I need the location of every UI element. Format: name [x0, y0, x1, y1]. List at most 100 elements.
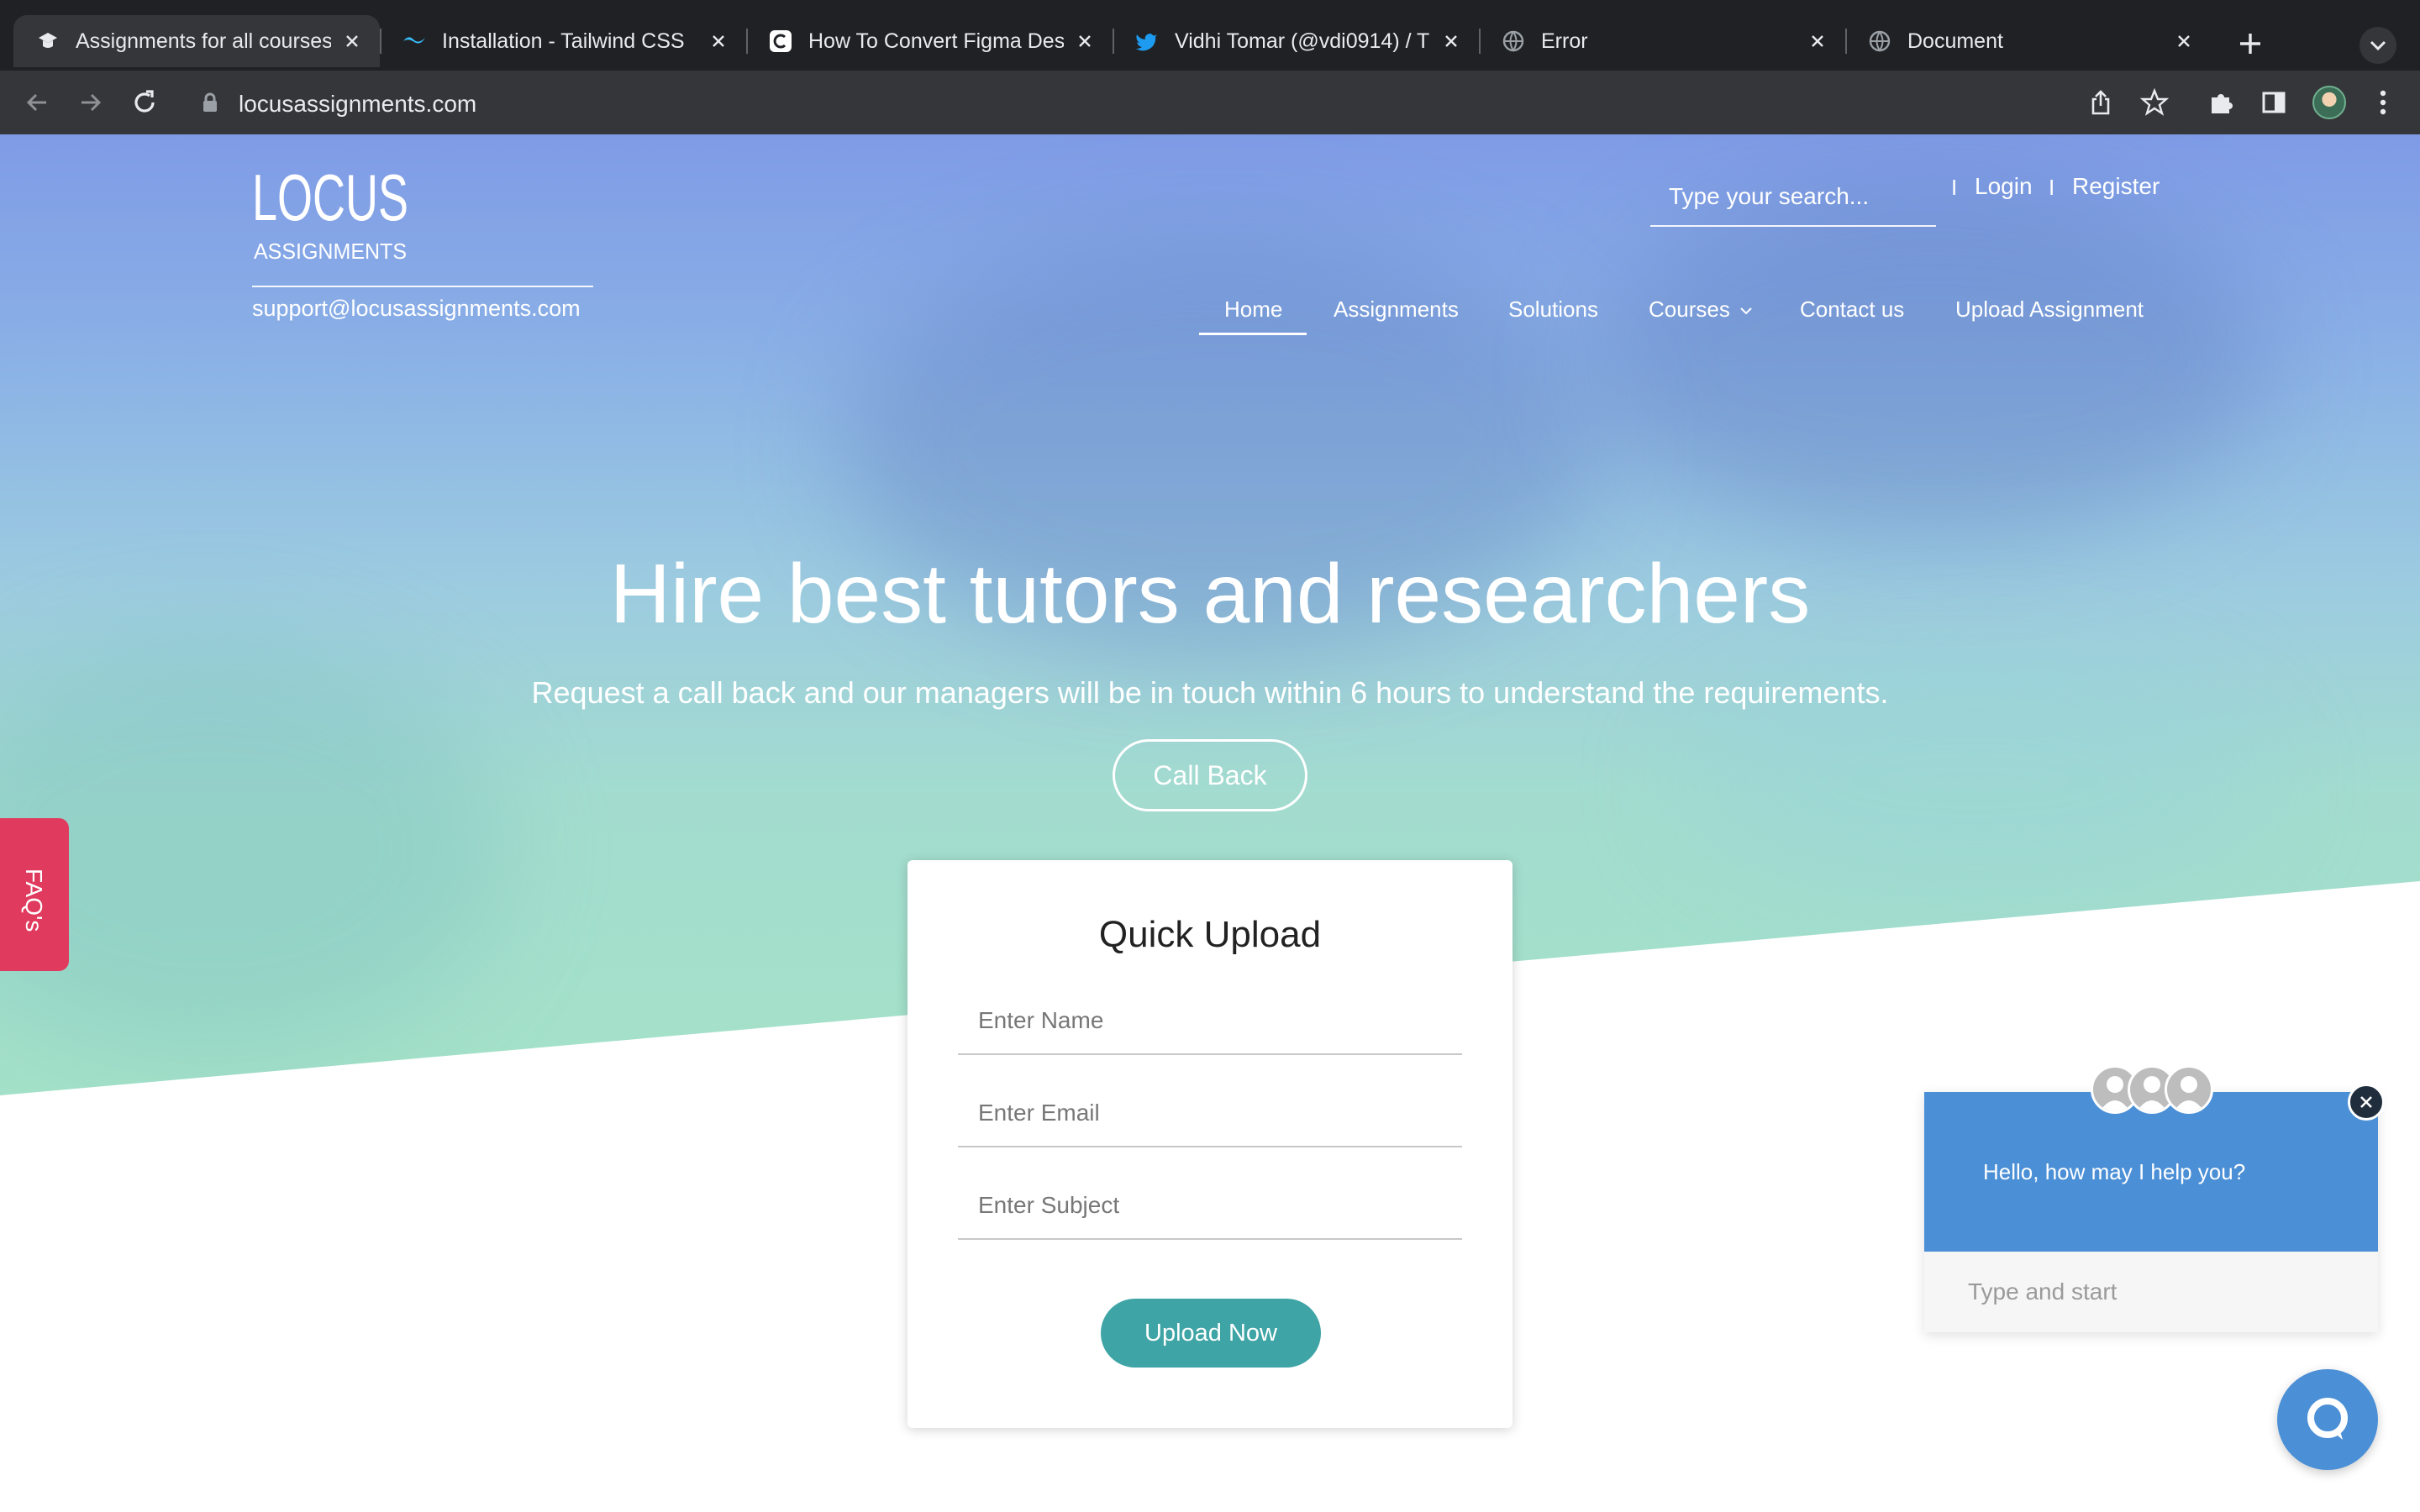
chat-header: Hello, how may I help you?: [1924, 1092, 2378, 1252]
profile-avatar[interactable]: [2312, 86, 2346, 119]
extensions-button[interactable]: [2203, 82, 2240, 123]
user-icon: [2174, 1076, 2204, 1111]
side-panel-icon: [2262, 92, 2286, 113]
lock-icon: [202, 92, 218, 117]
tab-title: Vidhi Tomar (@vdi0914) / T: [1175, 29, 1430, 53]
reload-icon: [134, 90, 155, 113]
quick-upload-card: Quick Upload Upload Now: [908, 860, 1512, 1428]
tab-title: Error: [1541, 29, 1588, 53]
faq-label: FAQ's: [21, 869, 47, 932]
tab-search-button[interactable]: [2360, 27, 2396, 64]
logo-divider: [252, 286, 593, 287]
chevron-down-icon: [1740, 307, 1752, 315]
tab-close-icon[interactable]: [1072, 29, 1097, 54]
chat-bubble-icon: [2307, 1398, 2348, 1440]
browser-menu-button[interactable]: [2365, 82, 2402, 123]
back-button[interactable]: [17, 82, 57, 123]
tab-close-icon[interactable]: [1439, 29, 1464, 54]
hero-subtitle: Request a call back and our managers wil…: [531, 675, 1889, 710]
agent-avatar: [2165, 1065, 2213, 1114]
nav-home[interactable]: Home: [1224, 297, 1282, 323]
separator: I: [2049, 175, 2055, 200]
tab-close-icon[interactable]: [2171, 29, 2196, 54]
chat-widget: Hello, how may I help you?: [1924, 1092, 2378, 1332]
chat-greeting: Hello, how may I help you?: [1983, 1159, 2246, 1184]
plus-icon: [2240, 34, 2260, 54]
nav-solutions[interactable]: Solutions: [1508, 297, 1598, 323]
close-icon: [2360, 1096, 2372, 1108]
puzzle-icon: [2212, 94, 2233, 113]
nav-courses-label: Courses: [1649, 297, 1730, 322]
locus-logo-icon: LOCUS ASSIGNMENTS: [252, 160, 408, 264]
site-search[interactable]: [1650, 168, 1936, 227]
agent-avatars: [2091, 1065, 2217, 1116]
tab-close-icon[interactable]: [339, 29, 365, 54]
tab-title: Installation - Tailwind CSS: [442, 29, 685, 53]
graduation-cap-icon: [35, 29, 60, 54]
tab-separator: [746, 29, 748, 54]
tab-separator: [1845, 29, 1847, 54]
subject-field[interactable]: [958, 1173, 1462, 1240]
nav-upload-assignment[interactable]: Upload Assignment: [1955, 297, 2144, 323]
chat-input[interactable]: [1924, 1252, 2378, 1332]
web-page: LOCUS ASSIGNMENTS support@locusassignmen…: [0, 134, 2420, 1512]
tab-separator: [1479, 29, 1481, 54]
tab-twitter[interactable]: Vidhi Tomar (@vdi0914) / T: [1113, 15, 1479, 67]
tab-close-icon[interactable]: [706, 29, 731, 54]
nav-assignments[interactable]: Assignments: [1334, 297, 1459, 323]
site-logo[interactable]: LOCUS ASSIGNMENTS: [252, 160, 412, 267]
nav-contact[interactable]: Contact us: [1800, 297, 1904, 323]
tab-assignments[interactable]: Assignments for all courses: [13, 15, 380, 67]
tab-error[interactable]: Error: [1479, 15, 1845, 67]
support-email[interactable]: support@locusassignments.com: [252, 296, 581, 322]
tab-figma[interactable]: How To Convert Figma Des: [746, 15, 1113, 67]
tailwind-icon: [402, 29, 427, 54]
subject-input[interactable]: [958, 1173, 1462, 1238]
nav-courses[interactable]: Courses: [1649, 297, 1753, 323]
kebab-menu-icon: [2380, 90, 2386, 115]
email-input[interactable]: [958, 1080, 1462, 1146]
globe-icon: [1867, 29, 1892, 54]
url-text: locusassignments.com: [239, 91, 477, 117]
c-logo-icon: [768, 29, 793, 54]
side-panel-button[interactable]: [2255, 82, 2292, 123]
tab-title: Document: [1907, 29, 2003, 53]
nav-active-indicator: [1199, 333, 1307, 335]
name-field[interactable]: [958, 988, 1462, 1055]
tab-title: Assignments for all courses: [76, 29, 331, 53]
star-icon: [2140, 88, 2169, 116]
arrow-right-icon: [82, 93, 102, 112]
tab-separator: [1113, 29, 1114, 54]
name-input[interactable]: [958, 988, 1462, 1053]
tab-document[interactable]: Document: [1845, 15, 2212, 67]
tab-title: How To Convert Figma Des: [808, 29, 1064, 53]
chevron-down-icon: [2370, 40, 2386, 51]
chat-close-button[interactable]: [2348, 1084, 2385, 1121]
login-link[interactable]: Login: [1975, 173, 2033, 200]
register-link[interactable]: Register: [2072, 173, 2160, 200]
globe-icon: [1501, 29, 1526, 54]
email-field[interactable]: [958, 1080, 1462, 1147]
twitter-icon: [1134, 29, 1160, 54]
tab-tailwind[interactable]: Installation - Tailwind CSS: [380, 15, 746, 67]
faq-tab[interactable]: FAQ's: [0, 818, 69, 971]
bookmark-button[interactable]: [2136, 82, 2173, 123]
call-back-button[interactable]: Call Back: [1113, 739, 1307, 811]
new-tab-button[interactable]: [2230, 24, 2270, 64]
search-input[interactable]: [1650, 168, 1936, 225]
upload-now-button[interactable]: Upload Now: [1101, 1299, 1321, 1368]
separator: I: [1951, 175, 1958, 200]
tab-close-icon[interactable]: [1805, 29, 1830, 54]
arrow-left-icon: [26, 93, 46, 112]
address-bar[interactable]: locusassignments.com: [182, 79, 2198, 126]
share-icon: [2091, 90, 2110, 115]
svg-text:ASSIGNMENTS: ASSIGNMENTS: [254, 239, 407, 264]
browser-tab-strip: Assignments for all courses Installation…: [0, 0, 2420, 71]
share-button[interactable]: [2082, 82, 2119, 123]
forward-button[interactable]: [71, 82, 111, 123]
quick-upload-title: Quick Upload: [1098, 914, 1322, 955]
hero-title: Hire best tutors and researchers: [609, 547, 1811, 641]
chat-launcher-button[interactable]: [2277, 1369, 2378, 1470]
reload-button[interactable]: [124, 82, 165, 123]
tab-separator: [380, 29, 381, 54]
